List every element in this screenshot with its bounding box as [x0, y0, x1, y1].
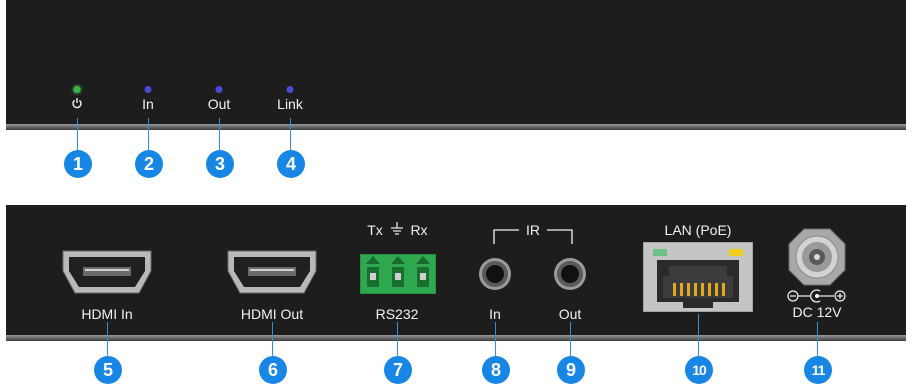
callout-line-11	[817, 322, 818, 356]
callout-2: 2	[135, 150, 163, 178]
callout-line-8	[495, 322, 496, 356]
callout-line-7	[397, 322, 398, 356]
hdmi-out-port	[227, 250, 317, 294]
ground-icon	[391, 222, 403, 235]
ir-out-label: Out	[558, 306, 582, 322]
callout-line-1	[77, 118, 78, 152]
front-panel	[6, 0, 906, 130]
front-panel-edge	[6, 124, 906, 130]
power-led	[73, 86, 81, 93]
in-led	[144, 86, 152, 93]
callout-7: 7	[384, 356, 412, 384]
callout-5: 5	[94, 356, 122, 384]
callout-line-6	[272, 322, 273, 356]
callout-line-9	[570, 322, 571, 356]
rs232-tx-label: Tx	[367, 222, 383, 238]
lan-port	[643, 242, 753, 312]
callout-4: 4	[277, 150, 305, 178]
callout-1: 1	[64, 150, 92, 178]
callout-line-3	[219, 118, 220, 152]
callout-line-10	[698, 314, 699, 356]
out-led-label: Out	[207, 96, 231, 112]
rs232-rx-label: Rx	[410, 222, 428, 238]
ir-in-jack	[479, 258, 511, 290]
hdmi-in-port	[62, 250, 152, 294]
dc-power-jack	[788, 228, 846, 286]
callout-11: 11	[804, 356, 832, 384]
ir-in-label: In	[489, 306, 501, 322]
dc-label: DC 12V	[792, 304, 842, 320]
ir-label: IR	[526, 222, 540, 238]
hdmi-in-label: HDMI In	[81, 306, 133, 322]
in-led-label: In	[142, 96, 154, 112]
callout-8: 8	[482, 356, 510, 384]
link-led-label: Link	[277, 96, 303, 112]
rs232-terminal-block	[360, 254, 436, 294]
callout-line-4	[290, 118, 291, 152]
callout-10: 10	[685, 356, 713, 384]
power-icon	[72, 98, 82, 109]
hdmi-out-label: HDMI Out	[240, 306, 304, 322]
callout-6: 6	[259, 356, 287, 384]
callout-line-2	[148, 118, 149, 152]
rs232-label: RS232	[375, 306, 419, 322]
dc-polarity-icon	[787, 289, 846, 303]
lan-label: LAN (PoE)	[664, 222, 732, 238]
callout-line-5	[107, 322, 108, 356]
out-led	[215, 86, 223, 93]
rear-panel-edge	[6, 335, 906, 341]
callout-9: 9	[557, 356, 585, 384]
link-led	[286, 86, 294, 93]
ir-out-jack	[554, 258, 586, 290]
callout-3: 3	[206, 150, 234, 178]
